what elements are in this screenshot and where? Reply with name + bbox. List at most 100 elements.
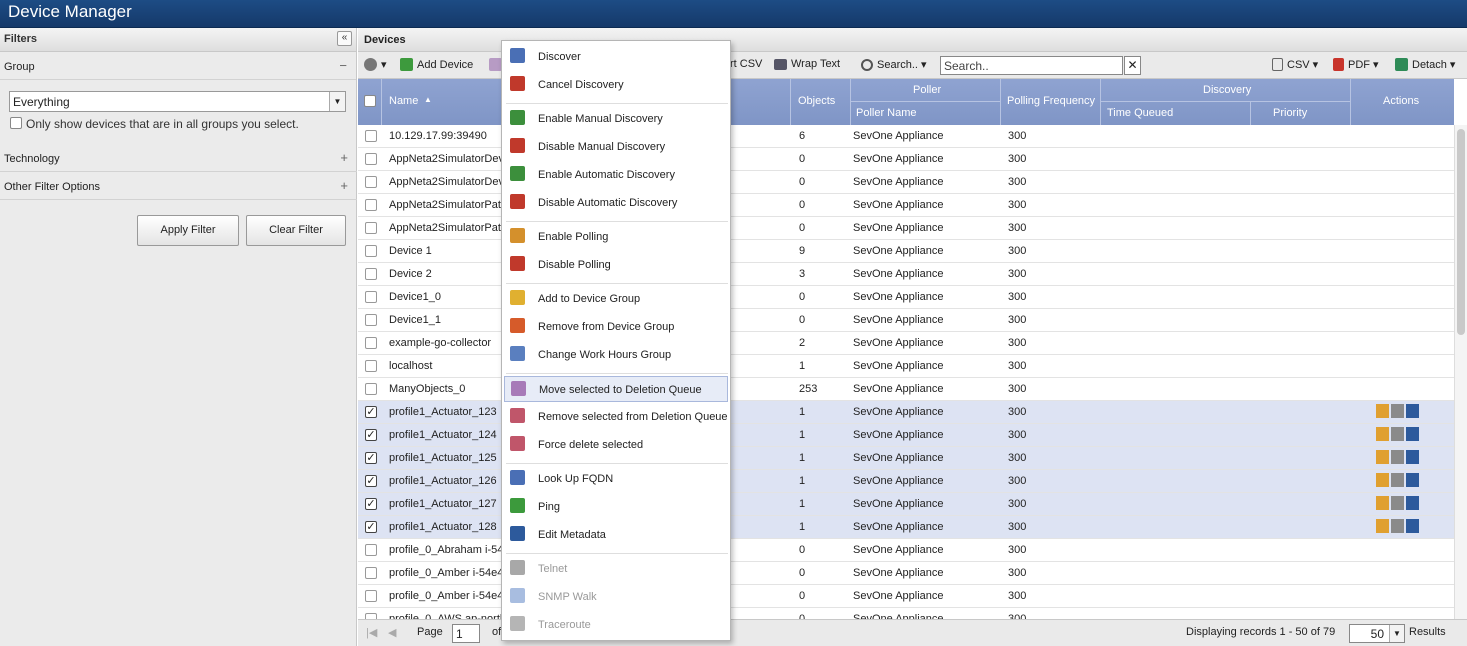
page-size-select[interactable]: 50 ▼ (1349, 624, 1405, 643)
row-checkbox[interactable] (365, 337, 377, 349)
settings-menu-button[interactable]: ▾ (364, 58, 387, 71)
select-all-checkbox[interactable] (364, 95, 376, 107)
poll-action-icon[interactable] (1376, 496, 1389, 510)
technology-section-header[interactable]: Technology + (0, 144, 357, 172)
page-number-input[interactable]: 1 (452, 624, 480, 643)
polling-frequency: 300 (1008, 475, 1027, 487)
wrench-icon[interactable] (1391, 496, 1404, 510)
menu-item[interactable]: Add to Device Group (504, 286, 728, 312)
row-checkbox[interactable] (365, 245, 377, 257)
device-name: AppNeta2SimulatorPath (389, 199, 508, 211)
search-input[interactable]: Search.. (940, 56, 1123, 75)
scrollbar-thumb[interactable] (1457, 129, 1465, 335)
row-checkbox[interactable] (365, 199, 377, 211)
menu-item[interactable]: Look Up FQDN (504, 466, 728, 492)
menu-item[interactable]: Disable Manual Discovery (504, 134, 728, 160)
wrench-icon[interactable] (1391, 473, 1404, 487)
menu-item[interactable]: Discover (504, 44, 728, 70)
search-options-button[interactable]: Search.. ▾ (861, 58, 927, 71)
menu-item[interactable]: Force delete selected (504, 432, 728, 458)
wrench-icon[interactable] (1391, 427, 1404, 441)
title-bar: Device Manager (0, 0, 1467, 28)
wrap-text-button[interactable]: Wrap Text (774, 58, 840, 70)
other-filter-expand-icon[interactable]: + (340, 178, 348, 193)
menu-item[interactable]: Move selected to Deletion Queue (504, 376, 728, 402)
group-select[interactable]: Everything ▼ (9, 91, 346, 112)
column-poller-name[interactable]: Poller Name (851, 102, 1001, 125)
objects-count: 1 (799, 498, 806, 510)
chevron-down-icon[interactable]: ▼ (1389, 625, 1404, 642)
row-checkbox[interactable] (365, 360, 377, 372)
metadata-action-icon[interactable] (1406, 519, 1419, 533)
row-checkbox[interactable] (365, 176, 377, 188)
poller-group-label: Poller (913, 84, 942, 96)
row-checkbox[interactable] (365, 314, 377, 326)
wrench-icon[interactable] (1391, 519, 1404, 533)
menu-item[interactable]: Enable Automatic Discovery (504, 162, 728, 188)
import-csv-button[interactable]: rt CSV (730, 58, 762, 70)
row-checkbox[interactable] (365, 567, 377, 579)
group-section-header[interactable]: Group − (0, 52, 356, 80)
row-checkbox[interactable] (365, 383, 377, 395)
menu-item[interactable]: Ping (504, 494, 728, 520)
prev-page-icon[interactable]: ◀ (388, 626, 396, 639)
vertical-scrollbar[interactable] (1454, 125, 1467, 619)
row-checkbox[interactable] (365, 222, 377, 234)
wrench-icon[interactable] (1391, 450, 1404, 464)
pdf-export-button[interactable]: PDF ▾ (1333, 58, 1379, 71)
collapse-panel-button[interactable]: « (337, 31, 352, 46)
menu-item[interactable]: Enable Manual Discovery (504, 106, 728, 132)
row-checkbox[interactable] (365, 291, 377, 303)
technology-expand-icon[interactable]: + (340, 150, 348, 165)
column-priority[interactable]: Priority (1251, 102, 1351, 125)
row-checkbox[interactable]: ✓ (365, 475, 377, 487)
menu-item[interactable]: Cancel Discovery (504, 72, 728, 98)
row-checkbox[interactable]: ✓ (365, 521, 377, 533)
group-collapse-icon[interactable]: − (339, 58, 347, 73)
add-device-label: Add Device (417, 59, 474, 71)
poll-action-icon[interactable] (1376, 450, 1389, 464)
metadata-action-icon[interactable] (1406, 473, 1419, 487)
detach-button[interactable]: Detach ▾ (1395, 58, 1455, 71)
row-checkbox[interactable]: ✓ (365, 498, 377, 510)
row-checkbox[interactable] (365, 153, 377, 165)
row-checkbox[interactable] (365, 268, 377, 280)
menu-item[interactable]: Disable Automatic Discovery (504, 190, 728, 216)
menu-item[interactable]: Edit Metadata (504, 522, 728, 548)
poll-action-icon[interactable] (1376, 473, 1389, 487)
only-show-checkbox[interactable] (10, 117, 22, 129)
metadata-action-icon[interactable] (1406, 496, 1419, 510)
add-device-button[interactable]: Add Device (400, 58, 473, 71)
poll-action-icon[interactable] (1376, 519, 1389, 533)
row-checkbox[interactable]: ✓ (365, 429, 377, 441)
csv-export-button[interactable]: CSV ▾ (1272, 58, 1318, 71)
clear-search-button[interactable]: ✕ (1124, 56, 1141, 75)
metadata-action-icon[interactable] (1406, 450, 1419, 464)
row-checkbox[interactable]: ✓ (365, 406, 377, 418)
wrench-icon[interactable] (1391, 404, 1404, 418)
column-polling-frequency[interactable]: Polling Frequency (1001, 79, 1101, 125)
menu-item-label: Enable Manual Discovery (538, 113, 663, 125)
remove-group-icon (510, 318, 525, 333)
row-checkbox[interactable]: ✓ (365, 452, 377, 464)
first-page-icon[interactable]: |◀ (366, 626, 377, 639)
metadata-action-icon[interactable] (1406, 427, 1419, 441)
poll-action-icon[interactable] (1376, 404, 1389, 418)
column-time-queued[interactable]: Time Queued (1101, 102, 1251, 125)
menu-item[interactable]: Disable Polling (504, 252, 728, 278)
row-checkbox[interactable] (365, 130, 377, 142)
menu-item[interactable]: Remove selected from Deletion Queue (504, 404, 728, 430)
device-name: profile_0_Amber i-54e4 (389, 590, 504, 602)
menu-item[interactable]: Remove from Device Group (504, 314, 728, 340)
metadata-action-icon[interactable] (1406, 404, 1419, 418)
row-checkbox[interactable] (365, 544, 377, 556)
chevron-down-icon[interactable]: ▼ (329, 92, 345, 111)
menu-item[interactable]: Enable Polling (504, 224, 728, 250)
row-checkbox[interactable] (365, 590, 377, 602)
menu-item[interactable]: Change Work Hours Group (504, 342, 728, 368)
other-filter-options-header[interactable]: Other Filter Options + (0, 172, 357, 200)
column-objects[interactable]: Objects (791, 79, 851, 125)
clear-filter-button[interactable]: Clear Filter (246, 215, 346, 246)
poll-action-icon[interactable] (1376, 427, 1389, 441)
apply-filter-button[interactable]: Apply Filter (137, 215, 239, 246)
